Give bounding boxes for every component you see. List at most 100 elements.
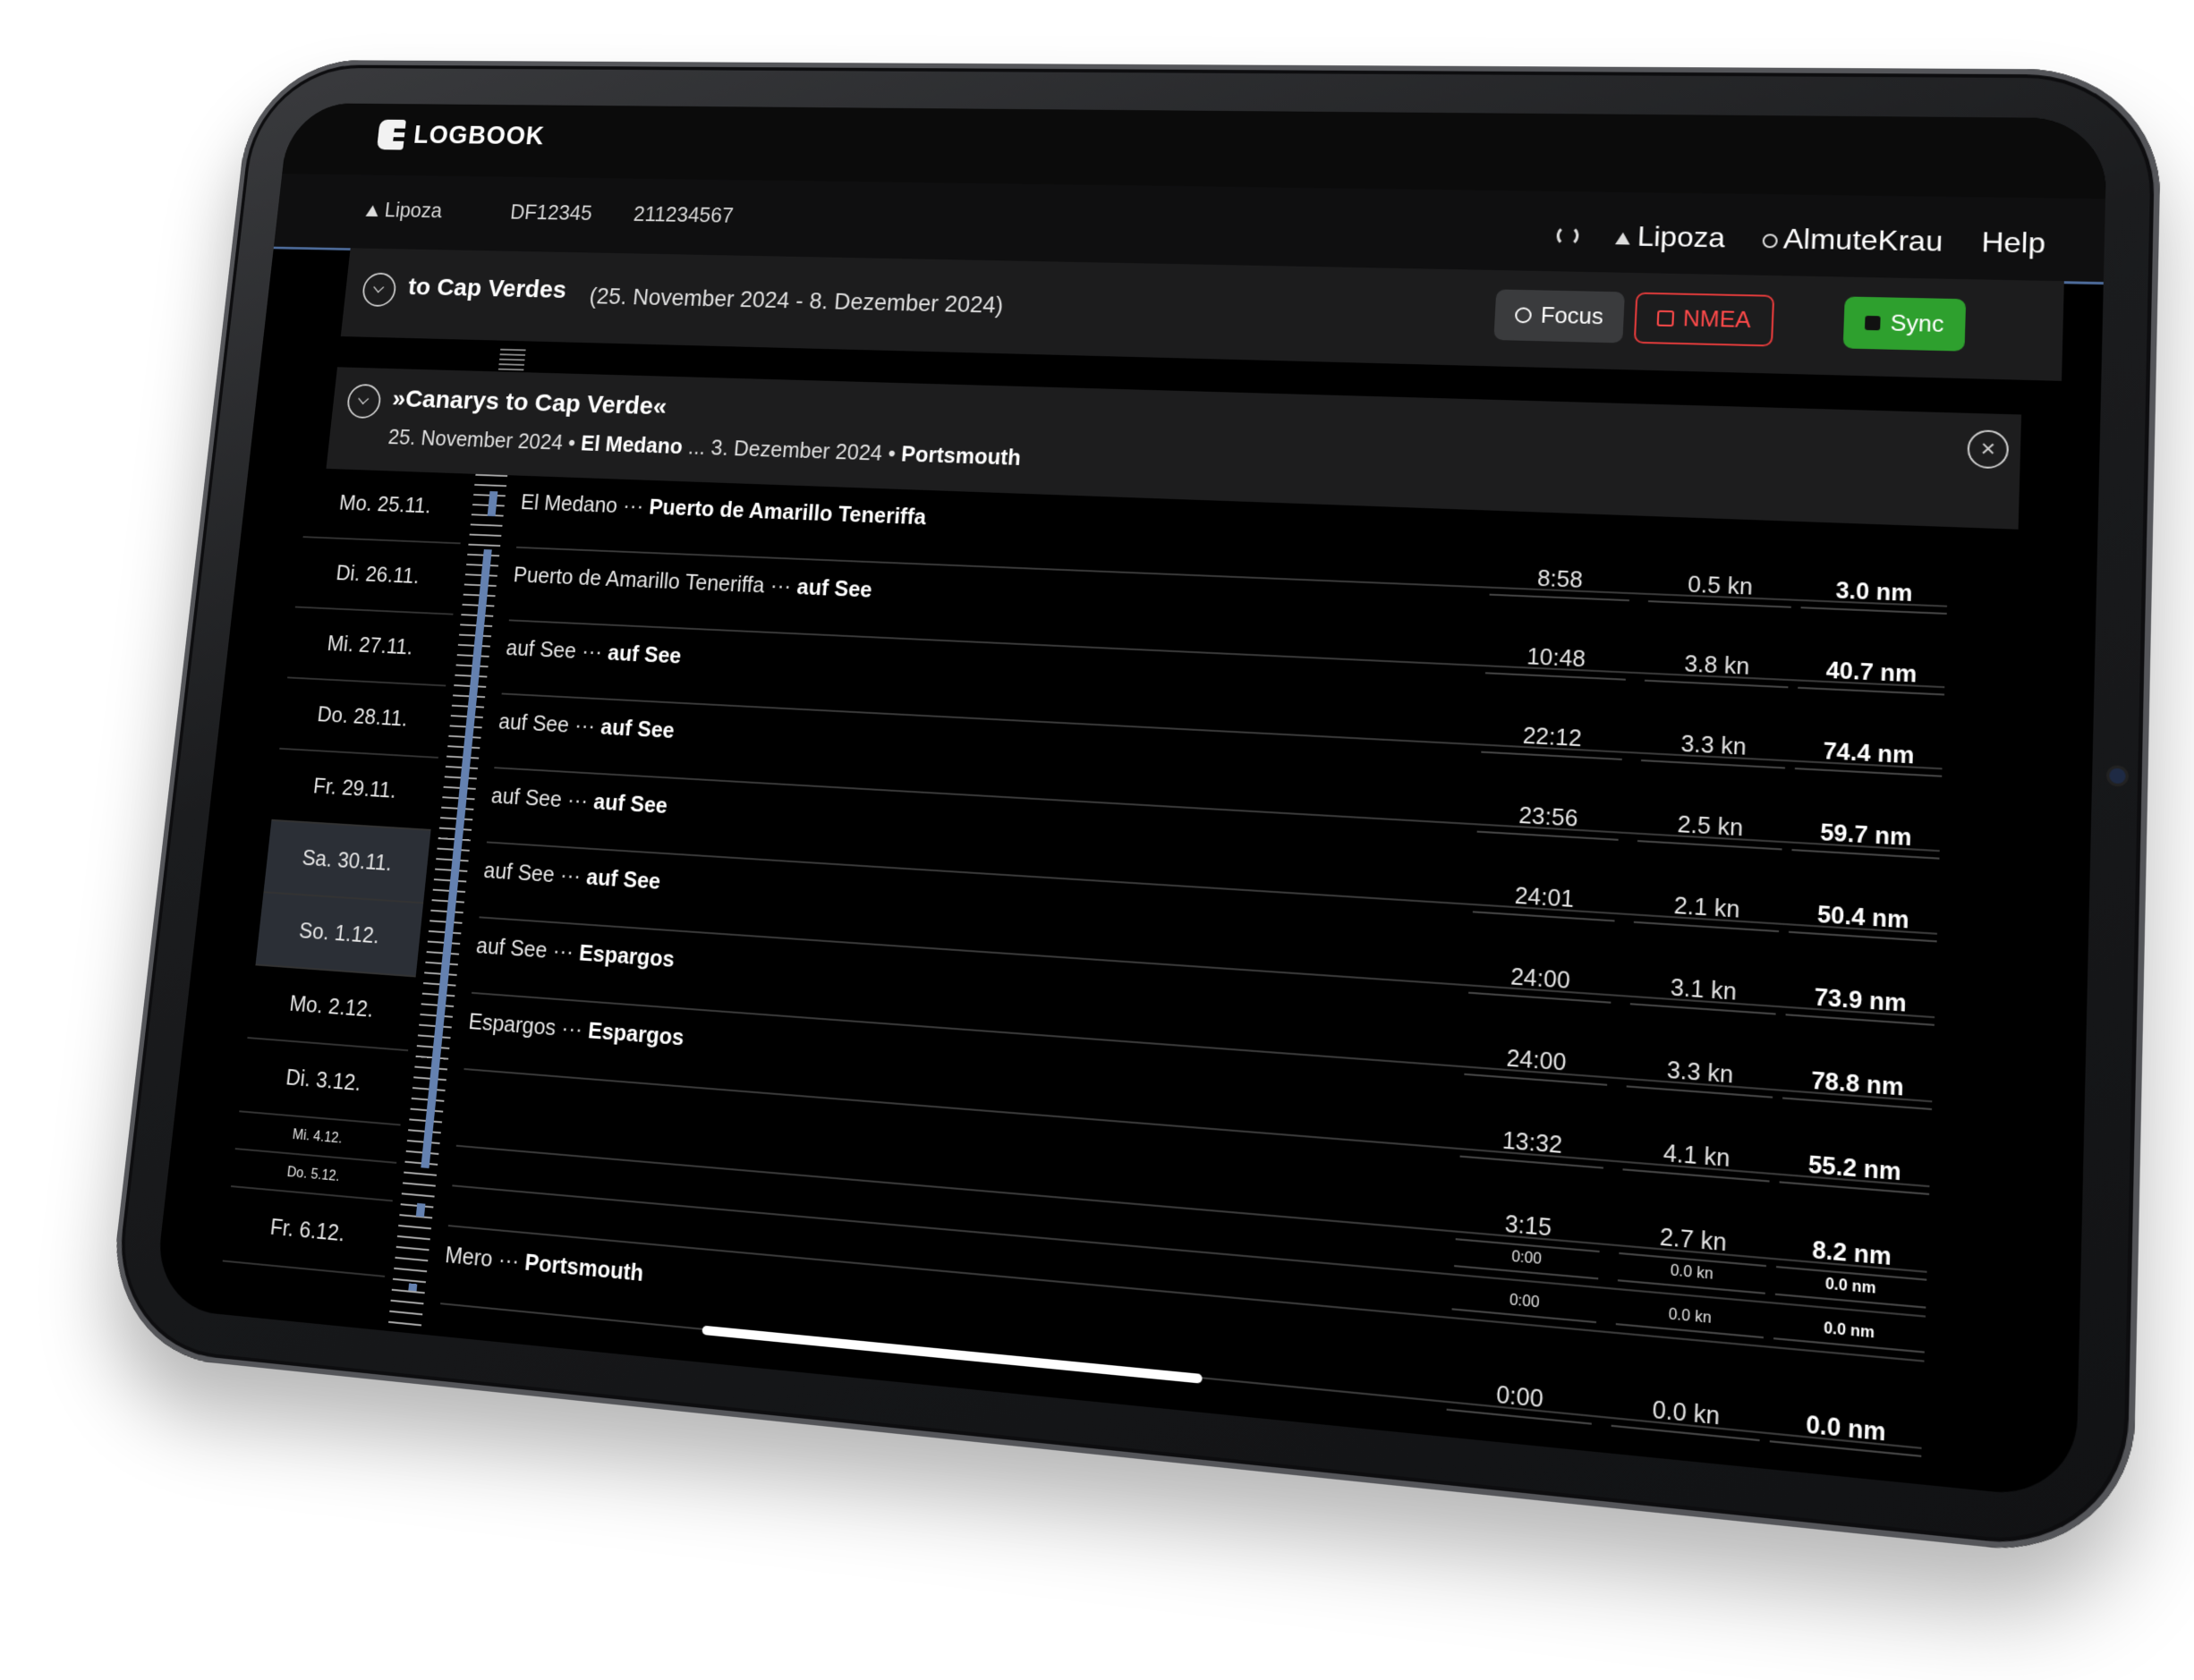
active-boat-link[interactable]: Lipoza <box>1614 220 1726 254</box>
boat-selector[interactable]: Lipoza <box>365 199 443 223</box>
day-item[interactable]: Mo. 2.12. <box>247 965 416 1052</box>
route-separator: ··· <box>567 713 602 740</box>
nmea-label: NMEA <box>1682 306 1752 333</box>
route-to: Espargos <box>586 1018 685 1051</box>
log-entries: El Medano ··· Puerto de Amarillo Tenerif… <box>440 475 1950 1457</box>
day-item[interactable]: Fr. 6.12. <box>222 1187 393 1277</box>
route-text: auf See ··· auf See <box>497 709 676 743</box>
day-item[interactable]: Di. 26.11. <box>294 538 461 615</box>
trip-title: to Cap Verdes <box>406 273 568 304</box>
next-leg-start-date: 6. Dezember 2024 <box>241 1362 412 1404</box>
route-text: Mero ··· Portsmouth <box>444 1243 644 1287</box>
focus-button[interactable]: Focus <box>1493 289 1625 344</box>
focus-icon <box>1514 307 1533 324</box>
route-text: Espargos ··· Espargos <box>467 1009 685 1051</box>
route-text: auf See ··· Espargos <box>475 934 676 973</box>
camera-icon <box>2109 768 2126 785</box>
duration-cell: 0:00 <box>1454 1243 1600 1280</box>
route-text: auf See ··· auf See <box>482 859 661 895</box>
route-separator: ··· <box>553 862 588 890</box>
route-to: Portsmouth <box>523 1250 645 1287</box>
route-separator: ··· <box>491 1246 527 1276</box>
day-item[interactable]: Mo. 25.11. <box>302 468 468 545</box>
route-separator: ··· <box>616 494 651 520</box>
next-leg-title: »Cap Verdes« <box>213 1313 377 1360</box>
duration-cell: 0:00 <box>1451 1286 1598 1324</box>
trip-dates: (25. November 2024 - 8. Dezember 2024) <box>588 284 1005 318</box>
route-text: auf See ··· auf See <box>490 784 668 819</box>
nmea-button[interactable]: NMEA <box>1633 292 1775 347</box>
help-link[interactable]: Help <box>1981 225 2046 259</box>
sync-button[interactable]: Sync <box>1843 296 1967 352</box>
day-item[interactable]: Mi. 27.11. <box>287 607 454 687</box>
leg-title: »Canarys to Cap Verde« <box>391 385 668 421</box>
timeline-segment <box>487 491 498 517</box>
route-separator: ··· <box>554 1015 590 1044</box>
collapse-next-leg-chevron-icon[interactable] <box>166 1304 205 1345</box>
timeline-segment <box>408 1283 418 1292</box>
day-item[interactable]: So. 1.12. <box>255 893 424 978</box>
duration-cell: 0:00 <box>1446 1376 1594 1425</box>
route-separator: ··· <box>546 938 581 966</box>
mmsi: 211234567 <box>632 202 735 228</box>
user-link[interactable]: AlmuteKrau <box>1762 223 1943 259</box>
focus-label: Focus <box>1540 302 1604 329</box>
leg-ellipsis: ... <box>686 435 707 460</box>
sync-label: Sync <box>1890 310 1944 337</box>
day-item[interactable]: Fr. 29.11. <box>271 749 438 831</box>
active-boat-label: Lipoza <box>1637 220 1726 254</box>
collapse-trip-chevron-icon[interactable] <box>361 272 398 308</box>
route-separator: ··· <box>763 573 798 599</box>
route-to: auf See <box>795 574 873 603</box>
route-text: Puerto de Amarillo Teneriffa ··· auf See <box>513 564 873 604</box>
tablet-frame: LOGBOOK Lipoza DF12345 211234567 Lipoza … <box>0 0 2194 1680</box>
route-to: auf See <box>592 790 669 819</box>
stop-icon <box>1865 315 1882 331</box>
sailboat-icon <box>1614 232 1630 245</box>
route-separator: ··· <box>560 787 595 814</box>
app-name: LOGBOOK <box>412 120 546 150</box>
distance-cell: 0.0 nm <box>1769 1407 1923 1457</box>
logbook-logo-icon <box>376 119 406 150</box>
route-from: Puerto de Amarillo Teneriffa <box>512 563 766 598</box>
timeline-segment <box>415 1202 426 1218</box>
leg-start-date: 25. November 2024 <box>387 425 565 455</box>
distance-cell: 0.0 nm <box>1773 1315 1926 1353</box>
tablet-device: LOGBOOK Lipoza DF12345 211234567 Lipoza … <box>103 59 2163 1563</box>
route-from: auf See <box>497 709 571 738</box>
leg-start-place: El Medano <box>579 431 685 459</box>
route-from: auf See <box>489 784 564 812</box>
route-from: El Medano <box>519 490 619 518</box>
boat-name: Lipoza <box>383 199 444 223</box>
route-to: Espargos <box>578 940 676 972</box>
nav-actions: Lipoza AlmuteKrau Help <box>1555 219 2046 260</box>
leg-end-date: 3. Dezember 2024 <box>710 436 884 466</box>
next-leg-summary: 6. Dezember 2024 • Espargos 8. Dezember … <box>241 1362 709 1436</box>
close-icon[interactable]: × <box>1967 429 2010 470</box>
next-leg-end-date: 8. Dezember 2024 <box>530 1391 709 1436</box>
speed-cell: 0.0 kn <box>1611 1392 1762 1442</box>
route-from: auf See <box>482 858 556 887</box>
speed-cell: 0.0 kn <box>1615 1302 1765 1339</box>
route-to: Puerto de Amarillo Teneriffa <box>648 495 927 530</box>
route-to: auf See <box>607 641 683 669</box>
refresh-icon[interactable] <box>1555 225 1579 246</box>
day-item[interactable]: Do. 28.11. <box>279 678 446 759</box>
route-text: auf See ··· auf See <box>505 636 682 669</box>
user-icon <box>1762 233 1778 248</box>
route-from: auf See <box>474 933 548 963</box>
app-screen: LOGBOOK Lipoza DF12345 211234567 Lipoza … <box>152 103 2108 1500</box>
collapse-leg-chevron-icon[interactable] <box>345 383 383 420</box>
callsign: DF12345 <box>509 200 593 225</box>
route-to: auf See <box>585 865 662 895</box>
route-separator: ··· <box>574 639 609 666</box>
leg-end-place: Portsmouth <box>900 442 1022 471</box>
app-logo[interactable]: LOGBOOK <box>376 119 546 152</box>
nmea-icon <box>1656 310 1674 327</box>
route-from: auf See <box>505 636 578 664</box>
speed-cell: 0.0 kn <box>1617 1258 1766 1294</box>
day-item[interactable]: Di. 3.12. <box>239 1038 409 1126</box>
route-from: Espargos <box>467 1009 557 1041</box>
day-item[interactable]: Sa. 30.11. <box>263 820 431 904</box>
route-from: Mero <box>444 1243 494 1273</box>
